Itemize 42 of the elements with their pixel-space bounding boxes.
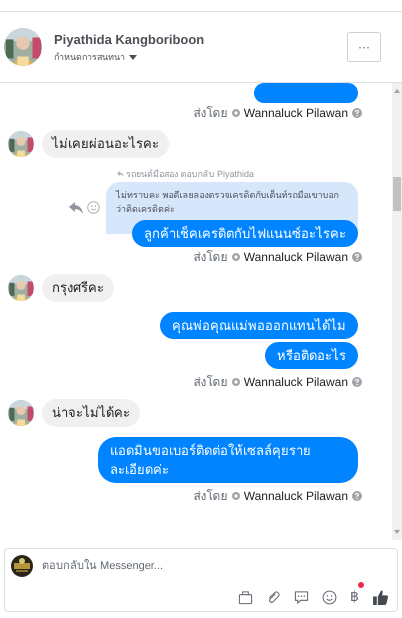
more-button[interactable]: ··· (347, 32, 381, 62)
thumbs-up-icon[interactable] (372, 588, 389, 606)
sender-name: Wannaluck Pilawan (244, 106, 348, 120)
scroll-up-icon[interactable] (394, 89, 400, 93)
message-bubble: ลูกค้าเช็คเครดิตกับไฟแนนซ์อะไรคะ (132, 220, 358, 247)
reply-arrow-icon (116, 171, 124, 177)
contact-name: Piyathida Kangboriboon (54, 30, 206, 49)
message-bubble: หรือติดอะไร (265, 342, 358, 369)
reply-field[interactable]: ตอบกลับใน Messenger... (42, 558, 391, 574)
paperclip-icon[interactable] (266, 590, 281, 604)
speech-bubble-icon[interactable] (294, 590, 309, 604)
emoji-icon[interactable] (87, 201, 100, 214)
sent-by-label: ส่งโดย (194, 106, 228, 120)
verified-icon (232, 253, 240, 261)
help-icon[interactable] (352, 377, 362, 387)
sender-name: Wannaluck Pilawan (244, 489, 348, 503)
verified-icon (232, 492, 240, 500)
help-icon[interactable] (352, 252, 362, 262)
help-icon[interactable] (352, 108, 362, 118)
payment-button[interactable]: ฿ (350, 588, 359, 604)
sender-name: Wannaluck Pilawan (244, 250, 348, 264)
scroll-down-icon[interactable] (394, 530, 400, 534)
scrollbar-thumb[interactable] (393, 177, 401, 211)
message-bubble: คุณพ่อคุณแม่พอออกแทนได้ไม (160, 312, 358, 339)
conversation-menu[interactable]: กำหนดการสนทนา (54, 51, 125, 64)
sent-by-label: ส่งโดย (194, 375, 228, 389)
message-bubble: น่าจะไม่ได้คะ (42, 399, 140, 427)
sender-name: Wannaluck Pilawan (244, 375, 348, 389)
sent-by-label: ส่งโดย (194, 489, 228, 503)
emoji-icon[interactable] (322, 590, 337, 604)
reply-icon[interactable] (69, 202, 83, 214)
reply-label: รถยนต์มือสอง ตอบกลับ Piyathida (126, 168, 254, 180)
caret-icon[interactable] (129, 55, 137, 60)
shopping-bag-icon[interactable] (238, 590, 253, 604)
message-bubble: แอดมินขอเบอร์ติดต่อให้เซลล์คุยรายละเอียดค่ะ (98, 437, 358, 483)
verified-icon (232, 109, 240, 117)
message-bubble: ไม่เคยผ่อนอะไรคะ (42, 130, 169, 158)
verified-icon (232, 378, 240, 386)
message-bubble: กรุงศรีคะ (42, 274, 114, 302)
sent-by-label: ส่งโดย (194, 250, 228, 264)
help-icon[interactable] (352, 491, 362, 501)
scrollbar[interactable] (392, 83, 402, 540)
